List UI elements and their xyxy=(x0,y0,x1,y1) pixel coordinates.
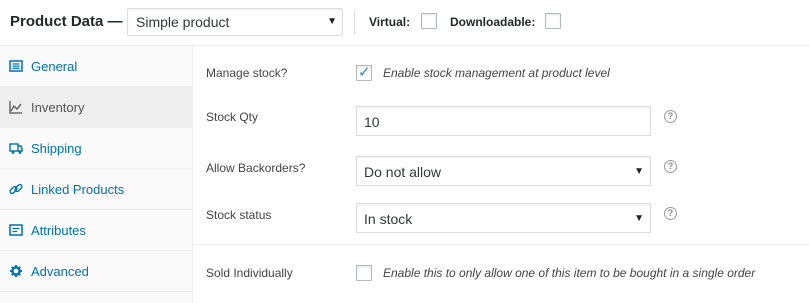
downloadable-label: Downloadable: xyxy=(450,15,536,29)
stock-status-select[interactable]: In stock ▼ xyxy=(356,203,651,233)
stock-qty-value: 10 xyxy=(364,114,380,130)
tab-linked-products-label: Linked Products xyxy=(31,182,125,197)
tab-inventory-label: Inventory xyxy=(31,100,85,115)
virtual-label: Virtual: xyxy=(369,15,411,29)
backorders-help-icon[interactable]: ? xyxy=(664,160,677,173)
product-data-header: Product Data — Simple product ▼ Virtual:… xyxy=(0,0,809,46)
dropdown-arrow-icon: ▼ xyxy=(634,213,644,224)
stock-status-value: In stock xyxy=(364,211,413,227)
stock-status-help-icon[interactable]: ? xyxy=(664,207,677,220)
product-type-select[interactable]: Simple product ▼ xyxy=(127,8,343,36)
sold-individually-label: Sold Individually xyxy=(206,266,293,280)
tab-inventory[interactable]: Inventory xyxy=(0,87,193,128)
product-type-value: Simple product xyxy=(136,14,230,30)
attributes-icon xyxy=(9,224,23,236)
tab-attributes[interactable]: Attributes xyxy=(0,210,193,251)
virtual-checkbox[interactable] xyxy=(421,13,437,29)
downloadable-checkbox[interactable] xyxy=(545,13,561,29)
stock-qty-help-icon[interactable]: ? xyxy=(664,110,677,123)
inventory-panel: Manage stock? ✓ Enable stock management … xyxy=(194,46,809,303)
dropdown-arrow-icon: ▼ xyxy=(327,16,337,27)
manage-stock-description: Enable stock management at product level xyxy=(383,66,610,80)
inventory-icon xyxy=(9,101,22,114)
section-divider xyxy=(194,244,809,245)
tab-attributes-label: Attributes xyxy=(31,223,86,238)
backorders-label: Allow Backorders? xyxy=(206,161,306,175)
backorders-value: Do not allow xyxy=(364,164,442,180)
stock-qty-label: Stock Qty xyxy=(206,110,259,124)
manage-stock-checkbox[interactable]: ✓ xyxy=(356,64,372,81)
manage-stock-label: Manage stock? xyxy=(206,66,288,80)
stock-qty-input[interactable]: 10 xyxy=(356,106,651,136)
product-data-title: Product Data — xyxy=(10,13,123,30)
link-icon xyxy=(9,183,23,195)
header-divider xyxy=(354,10,355,34)
shipping-icon xyxy=(9,143,23,154)
gear-icon xyxy=(10,265,22,277)
tab-shipping-label: Shipping xyxy=(31,141,82,156)
checkmark-icon: ✓ xyxy=(358,64,371,81)
product-data-tabs: General Inventory Shipping Linked Produc… xyxy=(0,46,193,303)
backorders-select[interactable]: Do not allow ▼ xyxy=(356,156,651,186)
sold-individually-checkbox[interactable] xyxy=(356,265,372,281)
tab-advanced[interactable]: Advanced xyxy=(0,251,193,292)
sold-individually-description: Enable this to only allow one of this it… xyxy=(383,266,756,280)
tab-general-label: General xyxy=(31,59,78,74)
general-icon xyxy=(9,60,23,72)
dropdown-arrow-icon: ▼ xyxy=(634,166,644,177)
stock-status-label: Stock status xyxy=(206,208,272,222)
tab-advanced-label: Advanced xyxy=(31,264,89,279)
tab-general[interactable]: General xyxy=(0,46,193,87)
tab-linked-products[interactable]: Linked Products xyxy=(0,169,193,210)
tab-shipping[interactable]: Shipping xyxy=(0,128,193,169)
